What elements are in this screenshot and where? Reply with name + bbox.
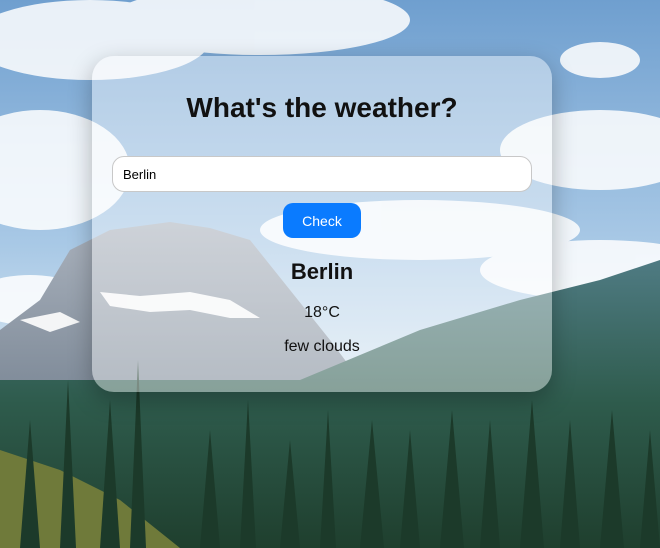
city-input[interactable]: [112, 156, 532, 192]
result-temperature: 18°C: [304, 304, 340, 321]
result-description: few clouds: [284, 338, 360, 355]
weather-card: What's the weather? Check Berlin 18°C fe…: [92, 56, 552, 392]
result-city: Berlin: [290, 259, 354, 284]
card-title: What's the weather?: [186, 92, 458, 123]
check-button[interactable]: Check: [283, 203, 361, 238]
